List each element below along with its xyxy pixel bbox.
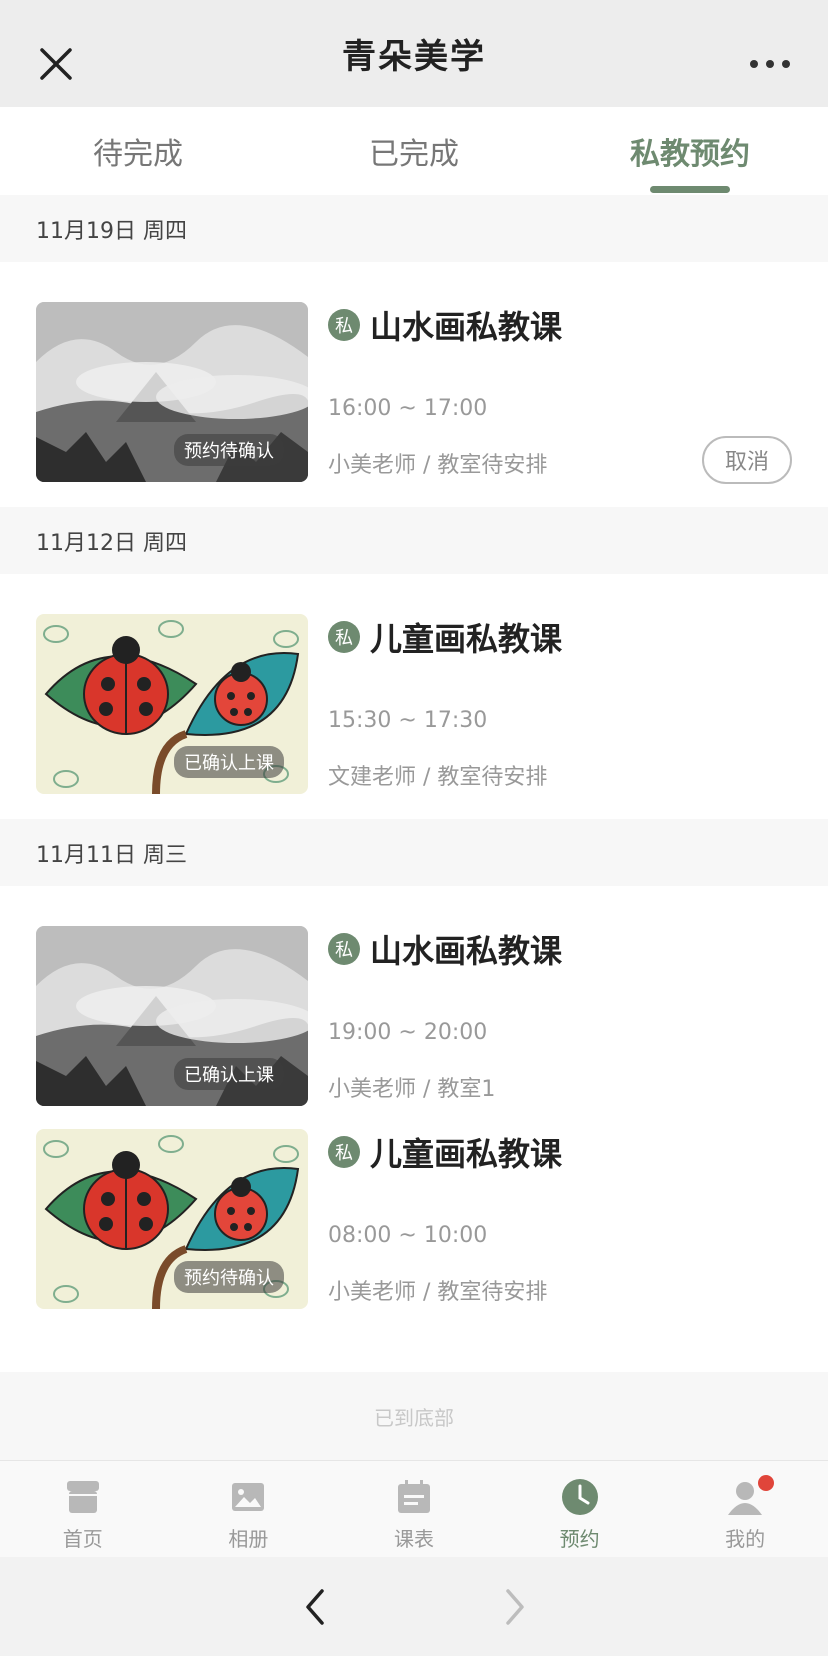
nav-schedule[interactable]: 课表 (331, 1461, 497, 1557)
nav-label: 预约 (559, 1527, 600, 1551)
store-icon (66, 1481, 99, 1513)
close-icon[interactable] (36, 44, 76, 84)
status-badge: 预约待确认 (174, 434, 284, 466)
course-name: 山水画私教课 (370, 308, 563, 346)
status-badge: 已确认上课 (174, 746, 284, 778)
course-time: 19:00 ~ 20:00 (328, 1020, 488, 1045)
booking-info: 私 儿童画私教课 15:30 ~ 17:30 文建老师 / 教室待安排 (328, 614, 792, 791)
booking-list: 11月19日 周四 预约待确认 私 山水画私教课 16:00 ~ 17:00 小… (0, 195, 828, 1431)
date-header: 11月11日 周三 (0, 819, 828, 886)
private-badge: 私 (328, 309, 360, 341)
more-icon[interactable] (748, 52, 792, 76)
course-time: 16:00 ~ 17:00 (328, 396, 488, 421)
course-time: 08:00 ~ 10:00 (328, 1223, 488, 1248)
nav-label: 课表 (393, 1527, 434, 1551)
end-of-list-note: 已到底部 (374, 1406, 454, 1430)
booking-info: 私 儿童画私教课 08:00 ~ 10:00 小美老师 / 教室待安排 (328, 1129, 792, 1306)
course-name: 山水画私教课 (370, 932, 563, 970)
booking-card[interactable]: 已确认上课 私 儿童画私教课 15:30 ~ 17:30 文建老师 / 教室待安… (0, 574, 828, 819)
chevron-left-icon[interactable] (300, 1587, 330, 1627)
cancel-button[interactable]: 取消 (702, 436, 792, 484)
tab-private-booking[interactable]: 私教预约 (552, 107, 828, 195)
ladybug-painting-thumbnail: 预约待确认 (36, 1129, 308, 1309)
teacher-room: 小美老师 / 教室待安排 (328, 1280, 548, 1305)
chevron-right-icon[interactable] (500, 1587, 530, 1627)
course-name: 儿童画私教课 (370, 1135, 563, 1173)
status-badge: 已确认上课 (174, 1058, 284, 1090)
booking-card[interactable]: 预约待确认 私 山水画私教课 16:00 ~ 17:00 小美老师 / 教室待安… (0, 262, 828, 507)
nav-profile[interactable]: 我的 (662, 1461, 828, 1557)
calendar-icon (397, 1480, 430, 1513)
browser-nav-bar (0, 1557, 828, 1656)
booking-info: 私 山水画私教课 19:00 ~ 20:00 小美老师 / 教室1 (328, 926, 792, 1103)
bottom-nav: 首页 相册 课表 预约 我的 (0, 1460, 828, 1557)
landscape-painting-thumbnail: 预约待确认 (36, 302, 308, 482)
date-header: 11月12日 周四 (0, 507, 828, 574)
private-badge: 私 (328, 621, 360, 653)
nav-label: 首页 (62, 1527, 103, 1551)
ladybug-painting-thumbnail: 已确认上课 (36, 614, 308, 794)
nav-label: 我的 (725, 1527, 766, 1551)
booking-card[interactable]: 预约待确认 私 儿童画私教课 08:00 ~ 10:00 小美老师 / 教室待安… (0, 1129, 828, 1372)
private-badge: 私 (328, 933, 360, 965)
nav-booking[interactable]: 预约 (497, 1461, 663, 1557)
course-name: 儿童画私教课 (370, 620, 563, 658)
teacher-room: 小美老师 / 教室1 (328, 1077, 496, 1102)
teacher-room: 文建老师 / 教室待安排 (328, 765, 548, 790)
title-bar: 青朵美学 (0, 0, 828, 107)
landscape-painting-thumbnail: 已确认上课 (36, 926, 308, 1106)
status-badge: 预约待确认 (174, 1261, 284, 1293)
nav-home[interactable]: 首页 (0, 1461, 166, 1557)
nav-album[interactable]: 相册 (166, 1461, 332, 1557)
course-time: 15:30 ~ 17:30 (328, 708, 488, 733)
notification-dot (758, 1475, 775, 1491)
nav-label: 相册 (228, 1527, 269, 1551)
booking-card[interactable]: 已确认上课 私 山水画私教课 19:00 ~ 20:00 小美老师 / 教室1 (0, 886, 828, 1129)
app-title: 青朵美学 (342, 37, 486, 77)
tab-pending[interactable]: 待完成 (0, 107, 276, 195)
image-icon (232, 1483, 265, 1511)
clock-icon (561, 1479, 598, 1515)
private-badge: 私 (328, 1136, 360, 1168)
tab-bar: 待完成 已完成 私教预约 (0, 107, 828, 195)
date-header: 11月19日 周四 (0, 195, 828, 262)
tab-completed[interactable]: 已完成 (276, 107, 552, 195)
